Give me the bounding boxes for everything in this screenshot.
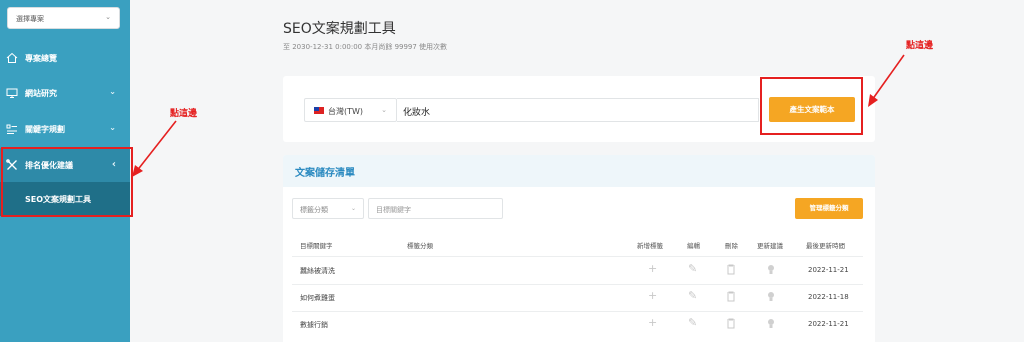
lightbulb-icon[interactable] [767, 264, 775, 275]
page-title: SEO文案規劃工具 [283, 21, 396, 37]
taiwan-flag-icon [314, 107, 324, 114]
row-divider [292, 284, 863, 285]
chevron-down-icon: ⌄ [105, 13, 111, 21]
row-last-updated: 2022-11-18 [808, 293, 849, 301]
annotation-arrow-right [868, 54, 905, 107]
column-header-delete: 刪除 [725, 242, 738, 250]
column-header-tag: 標籤分類 [407, 242, 433, 250]
pencil-icon[interactable]: ✎ [688, 316, 697, 329]
project-select[interactable]: 選擇專案 ⌄ [7, 7, 120, 29]
chevron-down-icon: ⌄ [381, 106, 387, 114]
chevron-down-icon: ⌄ [350, 205, 356, 212]
column-header-keyword: 目標關鍵字 [300, 242, 333, 250]
manage-tags-button[interactable]: 管理標籤分類 [795, 198, 863, 219]
tag-filter-select[interactable]: 標籤分類 ⌄ [292, 198, 364, 219]
trash-icon[interactable] [726, 291, 736, 302]
sidebar-item-site-research[interactable]: 網站研究 ⌄ [0, 78, 130, 108]
region-select[interactable]: 台灣(TW) ⌄ [304, 98, 397, 122]
column-header-edit: 編輯 [687, 242, 700, 250]
plus-icon[interactable]: + [648, 316, 657, 329]
row-divider [292, 311, 863, 312]
row-keyword[interactable]: 如何煮雞蛋 [300, 293, 335, 303]
keyword-input[interactable]: 化妝水 [397, 98, 759, 122]
pencil-icon[interactable]: ✎ [688, 289, 697, 302]
sidebar-item-label: 關鍵字規劃 [25, 125, 65, 134]
trash-icon[interactable] [726, 264, 736, 275]
annotation-highlight-box [1, 147, 133, 217]
row-divider [292, 256, 863, 257]
tag-filter-label: 標籤分類 [300, 206, 328, 214]
chevron-down-icon: ⌄ [109, 87, 116, 96]
row-last-updated: 2022-11-21 [808, 320, 849, 328]
annotation-arrow-left [132, 120, 177, 177]
keyword-filter-input[interactable]: 目標關鍵字 [368, 198, 503, 219]
lightbulb-icon[interactable] [767, 318, 775, 329]
region-label: 台灣(TW) [328, 107, 364, 116]
row-keyword[interactable]: 蠶絲被清洗 [300, 266, 335, 276]
list-icon [6, 124, 17, 134]
home-icon [6, 52, 18, 63]
row-last-updated: 2022-11-21 [808, 266, 849, 274]
column-header-add-tag: 新增標籤 [637, 242, 663, 250]
project-select-label: 選擇專案 [16, 15, 44, 23]
sidebar-item-label: 網站研究 [25, 89, 57, 98]
trash-icon[interactable] [726, 318, 736, 329]
generate-template-button[interactable]: 產生文案範本 [769, 97, 855, 122]
pencil-icon[interactable]: ✎ [688, 262, 697, 275]
column-header-update-suggestion: 更新建議 [757, 242, 783, 250]
plus-icon[interactable]: + [648, 262, 657, 275]
monitor-icon [6, 88, 18, 98]
saved-list-header [283, 155, 875, 187]
column-header-last-updated: 最後更新時間 [806, 242, 845, 250]
lightbulb-icon[interactable] [767, 291, 775, 302]
sidebar-item-label: 專案總覽 [25, 54, 57, 63]
sidebar-item-overview[interactable]: 專案總覽 [0, 43, 130, 73]
plus-icon[interactable]: + [648, 289, 657, 302]
annotation-label-right: 點這邊 [906, 41, 934, 51]
chevron-down-icon: ⌄ [109, 123, 116, 132]
sidebar-item-keyword-planning[interactable]: 關鍵字規劃 ⌄ [0, 114, 130, 144]
usage-subtitle: 至 2030-12-31 0:00:00 本月尚餘 99997 使用次數 [283, 43, 448, 51]
row-keyword[interactable]: 數據行銷 [300, 320, 328, 330]
saved-list-title: 文案儲存清單 [295, 168, 355, 179]
